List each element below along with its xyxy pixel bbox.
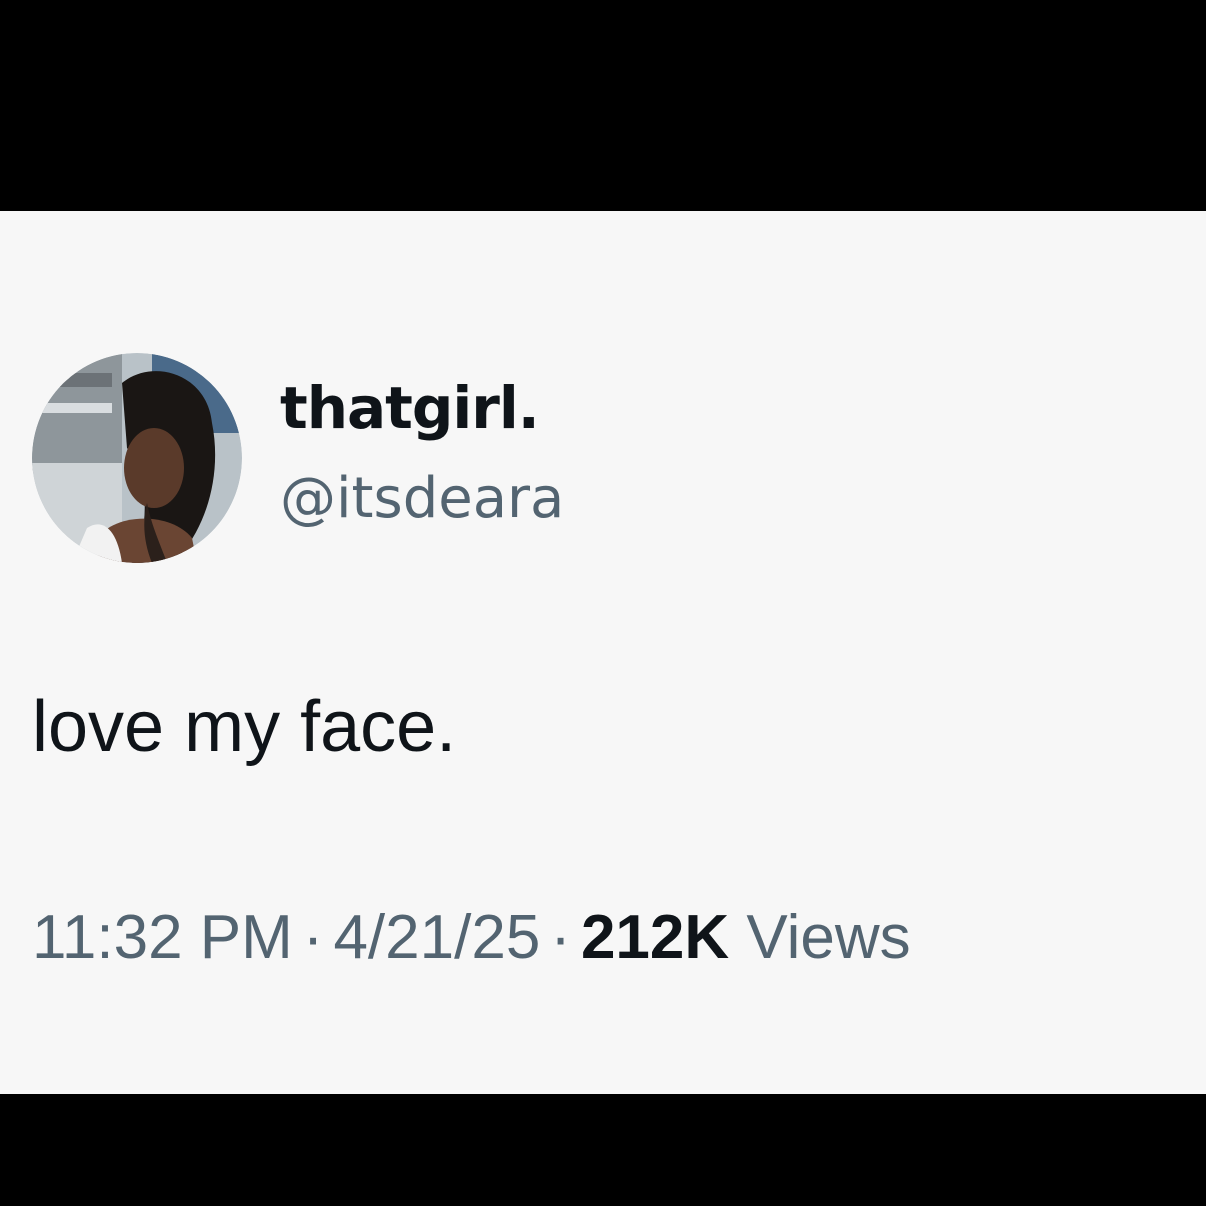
profile-photo-avatar-icon	[32, 353, 242, 563]
screenshot-frame: thatgirl. @itsdeara love my face. 11:32 …	[0, 0, 1206, 1206]
tweet-meta: 11:32 PM · 4/21/25 · 212K Views	[32, 907, 911, 969]
meta-separator: ·	[550, 903, 571, 972]
display-name[interactable]: thatgirl.	[280, 379, 540, 437]
tweet-time[interactable]: 11:32 PM	[32, 903, 293, 972]
tweet-text: love my face.	[32, 687, 457, 767]
views-label: Views	[746, 903, 911, 972]
user-handle[interactable]: @itsdeara	[280, 471, 564, 527]
tweet-date[interactable]: 4/21/25	[333, 903, 540, 972]
meta-separator: ·	[302, 903, 324, 972]
avatar[interactable]	[32, 353, 242, 563]
tweet-card: thatgirl. @itsdeara love my face. 11:32 …	[0, 211, 1206, 1094]
views-count[interactable]: 212K	[581, 903, 729, 972]
